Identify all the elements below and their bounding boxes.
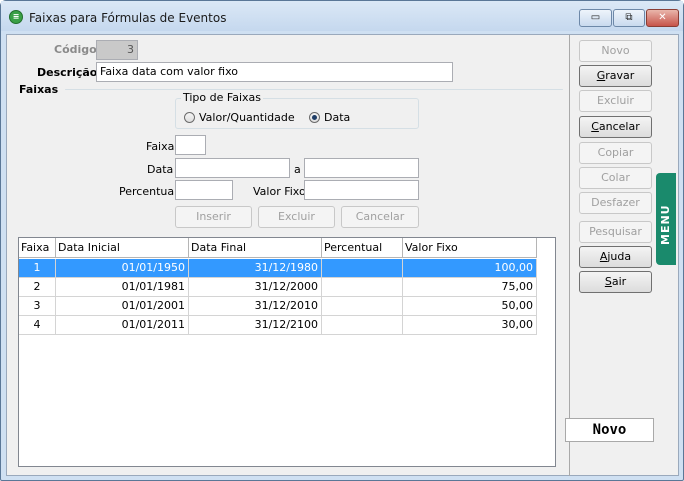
app-icon: ≡ xyxy=(9,10,23,24)
radio-data-label: Data xyxy=(324,111,351,124)
faixa-field[interactable] xyxy=(175,135,206,155)
tipo-faixas-label: Tipo de Faixas xyxy=(181,91,263,104)
main-window: ≡ Faixas para Fórmulas de Eventos ▭ ⧉ ✕ … xyxy=(0,0,684,481)
excluir-faixa-button[interactable]: Excluir xyxy=(258,206,335,228)
radio-valor-quantidade[interactable] xyxy=(184,112,195,123)
radio-data[interactable] xyxy=(309,112,320,123)
faixa-label: Faixa xyxy=(146,140,175,153)
cell-valor: 75,00 xyxy=(403,278,537,297)
cell-faixa: 4 xyxy=(19,316,56,335)
inserir-button[interactable]: Inserir xyxy=(175,206,252,228)
descricao-label: Descrição xyxy=(37,66,98,79)
cell-faixa: 2 xyxy=(19,278,56,297)
cell-percentual xyxy=(322,259,403,278)
cell-final: 31/12/1980 xyxy=(189,259,322,278)
client-area: Código 3 Descrição Faixa data com valor … xyxy=(6,34,679,476)
title-bar: ≡ Faixas para Fórmulas de Eventos ▭ ⧉ ✕ xyxy=(1,1,683,31)
cell-inicial: 01/01/2011 xyxy=(56,316,189,335)
desfazer-button[interactable]: Desfazer xyxy=(579,192,652,214)
percentual-label: Percentual xyxy=(119,185,178,198)
table-row[interactable]: 2 01/01/1981 31/12/2000 75,00 xyxy=(19,278,537,297)
radio-valor-label: Valor/Quantidade xyxy=(199,111,295,124)
faixas-label: Faixas xyxy=(19,83,59,96)
codigo-label: Código xyxy=(54,43,97,56)
window-title: Faixas para Fórmulas de Eventos xyxy=(29,11,227,25)
cell-percentual xyxy=(322,316,403,335)
faixas-divider xyxy=(65,89,563,90)
menu-tab-label: MENU xyxy=(659,204,672,245)
gravar-button[interactable]: Gravar xyxy=(579,65,652,87)
menu-tab[interactable]: MENU xyxy=(656,173,676,265)
cell-valor: 30,00 xyxy=(403,316,537,335)
cell-final: 31/12/2100 xyxy=(189,316,322,335)
descricao-field[interactable]: Faixa data com valor fixo xyxy=(96,62,453,82)
table-row[interactable]: 4 01/01/2011 31/12/2100 30,00 xyxy=(19,316,537,335)
cancelar-faixa-button[interactable]: Cancelar xyxy=(341,206,419,228)
colar-button[interactable]: Colar xyxy=(579,167,652,189)
faixas-grid[interactable]: Faixa Data Inicial Data Final Percentual… xyxy=(18,237,556,467)
table-row[interactable]: 1 01/01/1950 31/12/1980 100,00 xyxy=(19,259,537,278)
minimize-button[interactable]: ▭ xyxy=(579,9,612,27)
table-row[interactable]: 3 01/01/2001 31/12/2010 50,00 xyxy=(19,297,537,316)
ajuda-button[interactable]: Ajuda xyxy=(579,246,652,268)
sair-button[interactable]: Sair xyxy=(579,271,652,293)
valor-fixo-label: Valor Fixo xyxy=(253,185,306,198)
cell-inicial: 01/01/1981 xyxy=(56,278,189,297)
valor-fixo-field[interactable] xyxy=(304,180,419,200)
col-data-final[interactable]: Data Final xyxy=(189,238,322,258)
copiar-button[interactable]: Copiar xyxy=(579,142,652,164)
excluir-button[interactable]: Excluir xyxy=(579,90,652,112)
data-a-label: a xyxy=(294,163,301,176)
novo-button[interactable]: Novo xyxy=(579,40,652,62)
percentual-field[interactable] xyxy=(175,180,233,200)
status-field: Novo xyxy=(565,418,654,442)
data-label: Data xyxy=(147,163,174,176)
pesquisar-button[interactable]: Pesquisar xyxy=(579,221,652,243)
maximize-button[interactable]: ⧉ xyxy=(613,9,645,27)
data-from-field[interactable] xyxy=(175,158,290,178)
grid-header: Faixa Data Inicial Data Final Percentual… xyxy=(19,238,537,258)
close-button[interactable]: ✕ xyxy=(646,9,679,27)
cancelar-button[interactable]: Cancelar xyxy=(579,116,652,138)
cell-inicial: 01/01/1950 xyxy=(56,259,189,278)
col-faixa[interactable]: Faixa xyxy=(19,238,56,258)
cell-percentual xyxy=(322,297,403,316)
cell-inicial: 01/01/2001 xyxy=(56,297,189,316)
col-data-inicial[interactable]: Data Inicial xyxy=(56,238,189,258)
cell-percentual xyxy=(322,278,403,297)
codigo-field: 3 xyxy=(96,40,138,60)
cell-valor: 100,00 xyxy=(403,259,537,278)
cell-faixa: 1 xyxy=(19,259,56,278)
cell-valor: 50,00 xyxy=(403,297,537,316)
cell-final: 31/12/2010 xyxy=(189,297,322,316)
cell-final: 31/12/2000 xyxy=(189,278,322,297)
data-to-field[interactable] xyxy=(304,158,419,178)
col-valor-fixo[interactable]: Valor Fixo xyxy=(403,238,537,258)
col-percentual[interactable]: Percentual xyxy=(322,238,403,258)
cell-faixa: 3 xyxy=(19,297,56,316)
